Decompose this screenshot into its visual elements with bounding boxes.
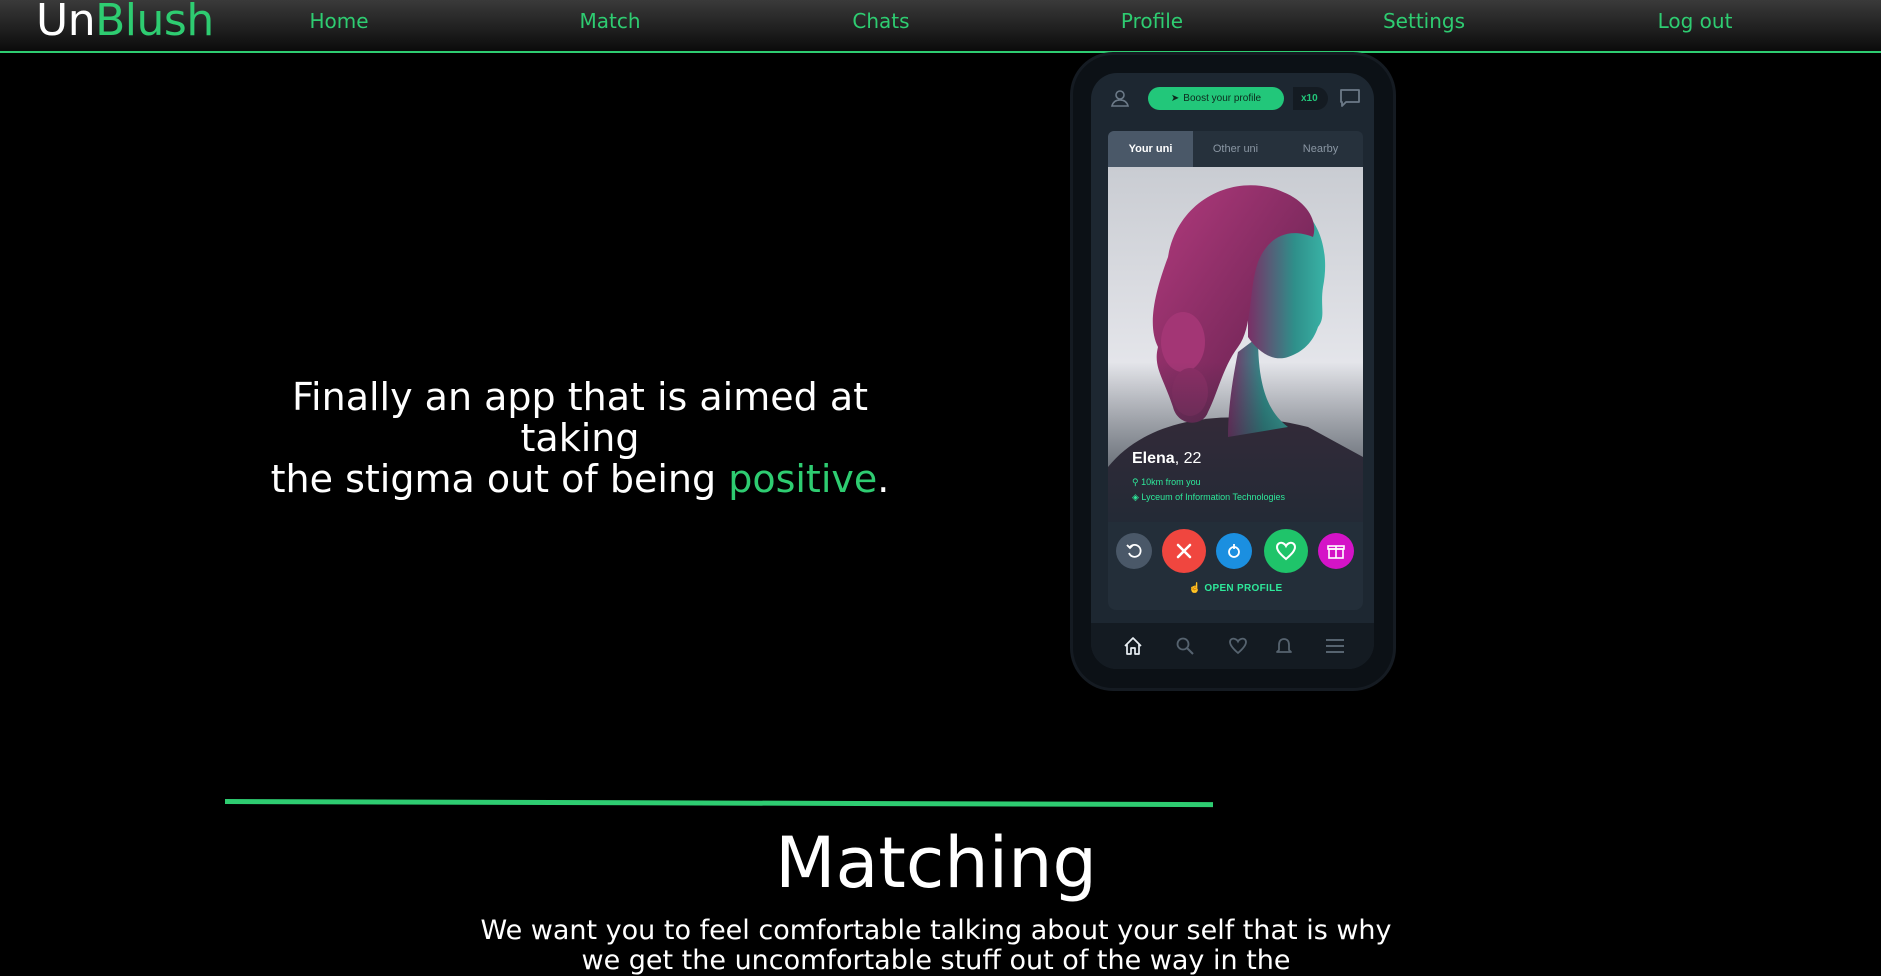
hero-accent-word: positive bbox=[728, 457, 878, 501]
nav-profile-link[interactable]: Profile bbox=[1121, 9, 1183, 33]
super-like-button[interactable] bbox=[1216, 533, 1252, 569]
nav-logout-link[interactable]: Log out bbox=[1658, 9, 1733, 33]
profile-age: , 22 bbox=[1174, 450, 1202, 467]
heart-nav-icon[interactable] bbox=[1227, 635, 1249, 657]
section-title: Matching bbox=[775, 822, 1097, 904]
user-icon[interactable] bbox=[1109, 87, 1131, 109]
gift-icon bbox=[1327, 545, 1345, 559]
profile-name: Elena, 22 bbox=[1132, 450, 1201, 468]
top-navbar: UnBlush Home Match Chats Profile Setting… bbox=[0, 0, 1881, 53]
app-top-bar: ➤ Boost your profile x10 bbox=[1091, 73, 1374, 127]
menu-icon[interactable] bbox=[1324, 635, 1346, 657]
app-bottom-nav bbox=[1091, 623, 1374, 669]
close-icon bbox=[1176, 543, 1192, 559]
swipe-actions bbox=[1108, 529, 1363, 573]
undo-icon bbox=[1126, 543, 1142, 558]
undo-button[interactable] bbox=[1116, 533, 1152, 569]
hero-line-2-suffix: . bbox=[877, 457, 890, 501]
like-button[interactable] bbox=[1264, 529, 1308, 573]
boost-profile-label: Boost your profile bbox=[1183, 93, 1262, 104]
section-body-text: We want you to feel comfortable talking … bbox=[480, 915, 1392, 976]
brand-logo-part-blush: Blush bbox=[95, 0, 214, 46]
location-pin-icon: ⚲ bbox=[1132, 477, 1142, 487]
open-profile-button[interactable]: ☝ OPEN PROFILE bbox=[1108, 583, 1363, 594]
boost-count-badge: x10 bbox=[1293, 87, 1328, 110]
heart-icon bbox=[1275, 541, 1297, 561]
profile-distance: ⚲ 10km from you bbox=[1132, 477, 1201, 488]
hand-pointer-icon: ☝ bbox=[1188, 583, 1205, 594]
hero-line-1: Finally an app that is aimed at taking bbox=[291, 375, 869, 460]
uni-tabs: Your uni Other uni Nearby bbox=[1108, 131, 1363, 167]
hero-line-2-prefix: the stigma out of being bbox=[270, 457, 729, 501]
profile-first-name: Elena bbox=[1132, 450, 1175, 467]
hero-tagline: Finally an app that is aimed at taking t… bbox=[230, 377, 930, 500]
dislike-button[interactable] bbox=[1162, 529, 1206, 573]
tab-other-uni[interactable]: Other uni bbox=[1193, 131, 1278, 167]
tab-nearby[interactable]: Nearby bbox=[1278, 131, 1363, 167]
phone-screen: ➤ Boost your profile x10 Your uni Other u… bbox=[1091, 73, 1374, 669]
brand-logo-part-un: Un bbox=[36, 0, 96, 46]
profile-photo-illustration bbox=[1108, 167, 1363, 522]
phone-mockup: ➤ Boost your profile x10 Your uni Other u… bbox=[1073, 55, 1393, 688]
profile-card[interactable]: Elena, 22 ⚲ 10km from you ◈ Lyceum of In… bbox=[1108, 167, 1363, 610]
chat-icon[interactable] bbox=[1339, 88, 1361, 108]
profile-school: ◈ Lyceum of Information Technologies bbox=[1132, 492, 1285, 503]
super-like-icon bbox=[1228, 544, 1240, 558]
nav-chats-link[interactable]: Chats bbox=[852, 9, 909, 33]
bell-icon[interactable] bbox=[1273, 635, 1295, 657]
boost-profile-button[interactable]: ➤ Boost your profile bbox=[1148, 87, 1284, 110]
tab-your-uni[interactable]: Your uni bbox=[1108, 131, 1193, 167]
profile-photo bbox=[1108, 167, 1363, 522]
graduation-cap-icon: ◈ bbox=[1132, 492, 1142, 502]
nav-home-link[interactable]: Home bbox=[309, 9, 368, 33]
brand-logo[interactable]: UnBlush bbox=[36, 0, 214, 46]
nav-match-link[interactable]: Match bbox=[579, 9, 640, 33]
profile-school-text: Lyceum of Information Technologies bbox=[1141, 492, 1286, 502]
search-icon[interactable] bbox=[1174, 635, 1196, 657]
profile-distance-text: 10km from you bbox=[1141, 477, 1201, 487]
rocket-icon: ➤ bbox=[1170, 93, 1180, 104]
home-icon[interactable] bbox=[1122, 635, 1144, 657]
nav-settings-link[interactable]: Settings bbox=[1383, 9, 1465, 33]
section-divider bbox=[224, 799, 1214, 808]
open-profile-label: OPEN PROFILE bbox=[1204, 583, 1283, 594]
gift-button[interactable] bbox=[1318, 533, 1354, 569]
hero-line-2: the stigma out of being positive. bbox=[230, 459, 930, 500]
